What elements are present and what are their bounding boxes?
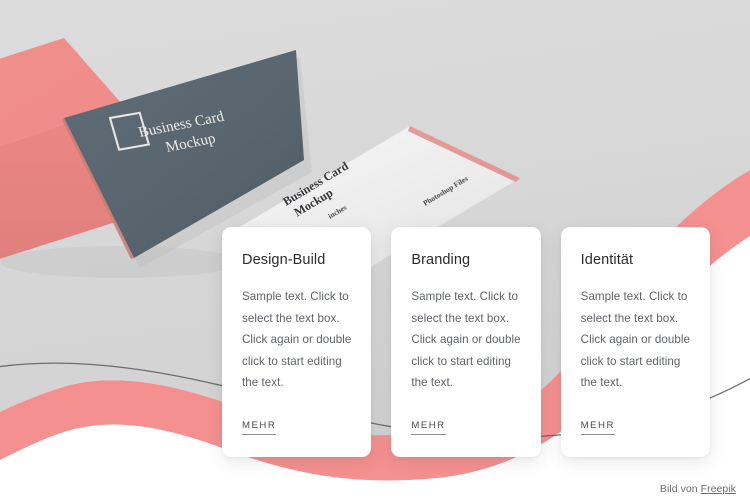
card-title: Branding	[411, 252, 471, 268]
card-body-text: Sample text. Click to select the text bo…	[580, 290, 690, 390]
card-more-link[interactable]: MEHR	[242, 421, 277, 435]
image-attribution: Bild von Freepik	[660, 483, 736, 495]
ground-shadow	[0, 246, 240, 278]
card-body-text: Sample text. Click to select the text bo…	[411, 290, 521, 390]
card-more-link[interactable]: MEHR	[411, 421, 446, 435]
feature-card-branding[interactable]: Branding Sample text. Click to select th…	[391, 227, 541, 457]
card-body-text: Sample text. Click to select the text bo…	[242, 290, 352, 390]
page-canvas: Business Card Mockup inches Photoshop Fi…	[0, 0, 750, 504]
feature-card-design-build[interactable]: Design-Build Sample text. Click to selec…	[222, 227, 372, 457]
feature-cards-row: Design-Build Sample text. Click to selec…	[222, 227, 710, 457]
feature-card-identitaet[interactable]: Identität Sample text. Click to select t…	[560, 227, 710, 457]
attribution-prefix: Bild von	[659, 483, 701, 495]
card-more-link[interactable]: MEHR	[580, 421, 615, 435]
card-title: Design-Build	[242, 252, 326, 268]
attribution-link[interactable]: Freepik	[701, 483, 736, 495]
card-title: Identität	[580, 252, 634, 268]
